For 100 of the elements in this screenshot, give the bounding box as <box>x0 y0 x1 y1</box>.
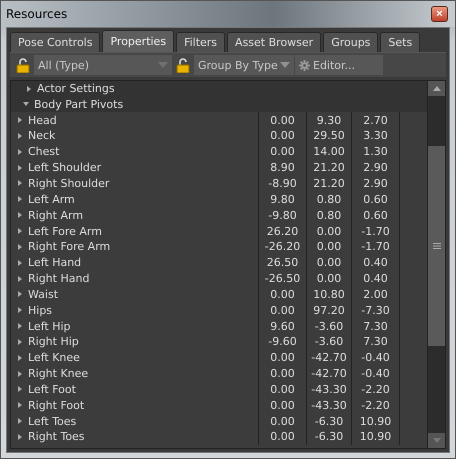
expand-arrow-icon[interactable] <box>17 180 23 186</box>
expand-arrow-icon[interactable] <box>17 307 23 314</box>
scroll-thumb[interactable] <box>428 146 445 346</box>
expand-arrow-icon[interactable] <box>17 164 23 171</box>
tree-item-label[interactable]: Left Toes <box>28 414 76 428</box>
tree-item-label[interactable]: Right Toes <box>28 430 85 444</box>
tree-item-label[interactable]: Right Fore Arm <box>28 240 110 254</box>
expand-arrow-icon[interactable] <box>17 132 23 139</box>
value-cell: -2.20 <box>361 382 390 396</box>
tree-item-label[interactable]: Left Hand <box>28 256 82 270</box>
tree-item-label[interactable]: Waist <box>28 288 58 301</box>
expand-arrow-icon[interactable] <box>17 117 23 124</box>
value-cell: 0.00 <box>270 145 295 158</box>
tree-item-label[interactable]: Right Shoulder <box>28 176 110 190</box>
expand-arrow-icon[interactable] <box>17 354 23 361</box>
tree-group-label[interactable]: Body Part Pivots <box>34 98 124 111</box>
tab[interactable]: Pose Controls <box>10 32 100 52</box>
tab[interactable]: Sets <box>380 32 420 52</box>
tree-item-label[interactable]: Left Arm <box>28 192 75 206</box>
scrollbar[interactable] <box>427 81 445 448</box>
expand-arrow-icon[interactable] <box>17 244 23 250</box>
value-cell: 1.30 <box>363 145 388 158</box>
tree-item-label[interactable]: Left Fore Arm <box>28 224 102 238</box>
value-cell: 2.90 <box>363 161 388 174</box>
expand-arrow-icon[interactable] <box>17 418 23 424</box>
tree-item-label[interactable]: Chest <box>28 145 60 158</box>
tree-item-label[interactable]: Left Knee <box>28 351 80 364</box>
value-cell: 0.60 <box>363 192 388 206</box>
tree-group-label[interactable]: Actor Settings <box>37 82 115 96</box>
tree-item-label[interactable]: Right Foot <box>28 398 84 412</box>
editor-button[interactable]: Editor... <box>295 55 383 75</box>
value-cell: 9.60 <box>270 320 295 333</box>
value-cell: 9.30 <box>316 114 342 127</box>
value-cell: 0.00 <box>316 256 342 270</box>
value-cell: 0.00 <box>270 367 295 380</box>
value-cell: -42.70 <box>311 367 347 380</box>
value-cell: -9.60 <box>268 335 297 348</box>
expand-arrow-icon[interactable] <box>17 276 23 282</box>
value-cell: -43.30 <box>311 382 347 396</box>
expand-arrow-icon[interactable] <box>17 402 23 408</box>
value-cell: 10.80 <box>313 288 345 301</box>
tree-item-label[interactable]: Right Arm <box>28 208 84 222</box>
caret-icon <box>158 62 168 68</box>
expand-arrow-icon[interactable] <box>17 196 23 202</box>
tree-item-label[interactable]: Left Foot <box>28 382 76 396</box>
tree-item-label[interactable]: Head <box>28 114 57 127</box>
expand-arrow-icon[interactable] <box>17 434 23 440</box>
value-cell: 26.50 <box>266 256 298 270</box>
value-cell: -1.70 <box>361 224 390 238</box>
value-cell: -1.70 <box>361 240 390 254</box>
tree-item-label[interactable]: Neck <box>28 129 56 142</box>
expand-arrow-icon[interactable] <box>17 260 23 266</box>
gear-icon <box>299 60 310 70</box>
value-cell: 10.90 <box>360 430 392 444</box>
tab[interactable]: Filters <box>176 32 226 52</box>
scroll-up-button[interactable] <box>428 81 445 96</box>
tab[interactable]: Asset Browser <box>227 32 322 52</box>
expand-arrow-icon[interactable] <box>17 338 23 345</box>
value-cell: -6.30 <box>314 430 344 444</box>
expand-arrow-icon[interactable] <box>17 370 23 377</box>
expand-arrow-icon[interactable] <box>17 291 23 298</box>
tree-item-label[interactable]: Right Hand <box>28 272 90 286</box>
tree-item-label[interactable]: Right Hip <box>28 335 79 348</box>
value-cell: 14.00 <box>313 145 345 158</box>
expand-arrow-icon[interactable] <box>17 212 23 218</box>
expand-arrow-icon[interactable] <box>17 323 23 330</box>
value-cell: 8.90 <box>270 161 295 174</box>
expand-arrow-icon[interactable] <box>17 148 23 155</box>
grip-icon <box>432 243 440 249</box>
value-cell: -0.40 <box>361 351 390 364</box>
value-cell: -7.30 <box>361 304 390 317</box>
value-cell: 0.00 <box>270 430 295 444</box>
value-cell: 0.40 <box>363 256 388 270</box>
expand-arrow-icon[interactable] <box>17 228 23 234</box>
expand-arrow-icon[interactable] <box>17 386 23 392</box>
value-cell: 3.30 <box>363 129 388 142</box>
padlock-icon[interactable] <box>16 57 30 73</box>
collapse-arrow-icon[interactable] <box>23 101 29 108</box>
tree-item-label[interactable]: Left Shoulder <box>28 161 102 174</box>
tree-item-label[interactable]: Right Knee <box>28 367 88 380</box>
padlock-icon[interactable] <box>176 57 190 73</box>
value-cell: 7.30 <box>363 335 388 348</box>
value-cell: -3.60 <box>314 335 344 348</box>
value-cell: 0.00 <box>316 240 342 254</box>
tree-item-label[interactable]: Left Hip <box>28 320 71 333</box>
tree-item-label[interactable]: Hips <box>28 304 52 317</box>
value-cell: 0.00 <box>316 272 342 286</box>
value-cell: 9.80 <box>270 192 295 206</box>
type-dropdown[interactable]: All (Type) <box>34 55 172 75</box>
value-cell: 0.00 <box>270 304 295 317</box>
group-dropdown[interactable]: Group By Type <box>194 55 294 75</box>
caret-icon <box>280 62 290 68</box>
tab[interactable]: Properties <box>102 30 174 52</box>
value-cell: 0.00 <box>270 129 295 142</box>
expand-arrow-icon[interactable] <box>26 86 32 92</box>
value-cell: 2.70 <box>363 114 388 127</box>
value-cell: 2.90 <box>363 176 388 190</box>
value-cell: -2.20 <box>361 398 390 412</box>
tab[interactable]: Groups <box>323 32 378 52</box>
value-cell: 2.00 <box>363 288 388 301</box>
